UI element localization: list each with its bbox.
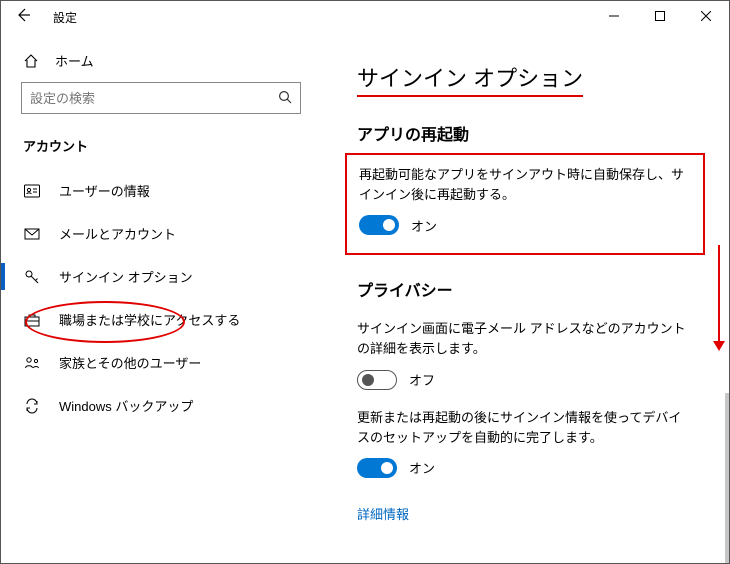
privacy-toggle-2[interactable] (357, 458, 397, 478)
key-icon (23, 268, 41, 286)
section-privacy-title: プライバシー (357, 277, 693, 301)
sidebar-item-backup[interactable]: Windows バックアップ (1, 384, 321, 427)
search-input[interactable] (30, 91, 278, 106)
sidebar-item-your-info[interactable]: ユーザーの情報 (1, 169, 321, 212)
search-box[interactable] (21, 82, 301, 114)
sidebar-item-email-accounts[interactable]: メールとアカウント (1, 212, 321, 255)
privacy-desc-2: 更新または再起動の後にサインイン情報を使ってデバイスのセットアップを自動的に完了… (357, 408, 693, 448)
sidebar-item-label: メールとアカウント (59, 224, 176, 243)
app-restart-toggle-label: オン (411, 216, 437, 235)
sidebar-item-label: 家族とその他のユーザー (59, 353, 201, 372)
minimize-button[interactable] (591, 1, 637, 31)
privacy-toggle-1[interactable] (357, 370, 397, 390)
titlebar: 設定 (1, 1, 729, 33)
content-pane: サインイン オプション アプリの再起動 再起動可能なアプリをサインアウト時に自動… (321, 33, 729, 563)
privacy-toggle-2-label: オン (409, 458, 435, 477)
window-title: 設定 (53, 9, 77, 26)
maximize-button[interactable] (637, 1, 683, 31)
briefcase-icon (23, 311, 41, 329)
people-icon (23, 354, 41, 372)
app-restart-desc: 再起動可能なアプリをサインアウト時に自動保存し、サインイン後に再起動する。 (359, 165, 691, 205)
sidebar-item-label: サインイン オプション (59, 267, 193, 286)
annotation-redbox: 再起動可能なアプリをサインアウト時に自動保存し、サインイン後に再起動する。 オン (345, 153, 705, 255)
sidebar-item-signin-options[interactable]: サインイン オプション (1, 255, 321, 298)
section-app-restart-title: アプリの再起動 (357, 121, 693, 145)
mail-icon (23, 225, 41, 243)
sidebar-item-work-school[interactable]: 職場または学校にアクセスする (1, 298, 321, 341)
page-title: サインイン オプション (357, 61, 583, 97)
app-restart-toggle[interactable] (359, 215, 399, 235)
privacy-toggle-1-label: オフ (409, 370, 435, 389)
back-arrow-icon[interactable] (15, 7, 31, 28)
sidebar-home[interactable]: ホーム (1, 43, 321, 82)
close-button[interactable] (683, 1, 729, 31)
sidebar-section-label: アカウント (1, 130, 321, 163)
search-icon (278, 90, 292, 107)
sidebar-nav: ユーザーの情報 メールとアカウント サインイン オプション (1, 169, 321, 427)
more-info-link[interactable]: 詳細情報 (357, 504, 409, 523)
scrollbar[interactable] (725, 393, 729, 563)
home-icon (23, 53, 39, 69)
sync-icon (23, 397, 41, 415)
privacy-desc-1: サインイン画面に電子メール アドレスなどのアカウントの詳細を表示します。 (357, 319, 693, 359)
user-card-icon (23, 182, 41, 200)
sidebar: ホーム アカウント ユーザーの情報 (1, 33, 321, 563)
sidebar-home-label: ホーム (55, 51, 94, 70)
sidebar-item-family[interactable]: 家族とその他のユーザー (1, 341, 321, 384)
sidebar-item-label: 職場または学校にアクセスする (59, 310, 240, 329)
annotation-scroll-arrow (713, 245, 725, 351)
sidebar-item-label: ユーザーの情報 (59, 181, 150, 200)
sidebar-item-label: Windows バックアップ (59, 396, 193, 415)
settings-window: 設定 ホーム (0, 0, 730, 564)
